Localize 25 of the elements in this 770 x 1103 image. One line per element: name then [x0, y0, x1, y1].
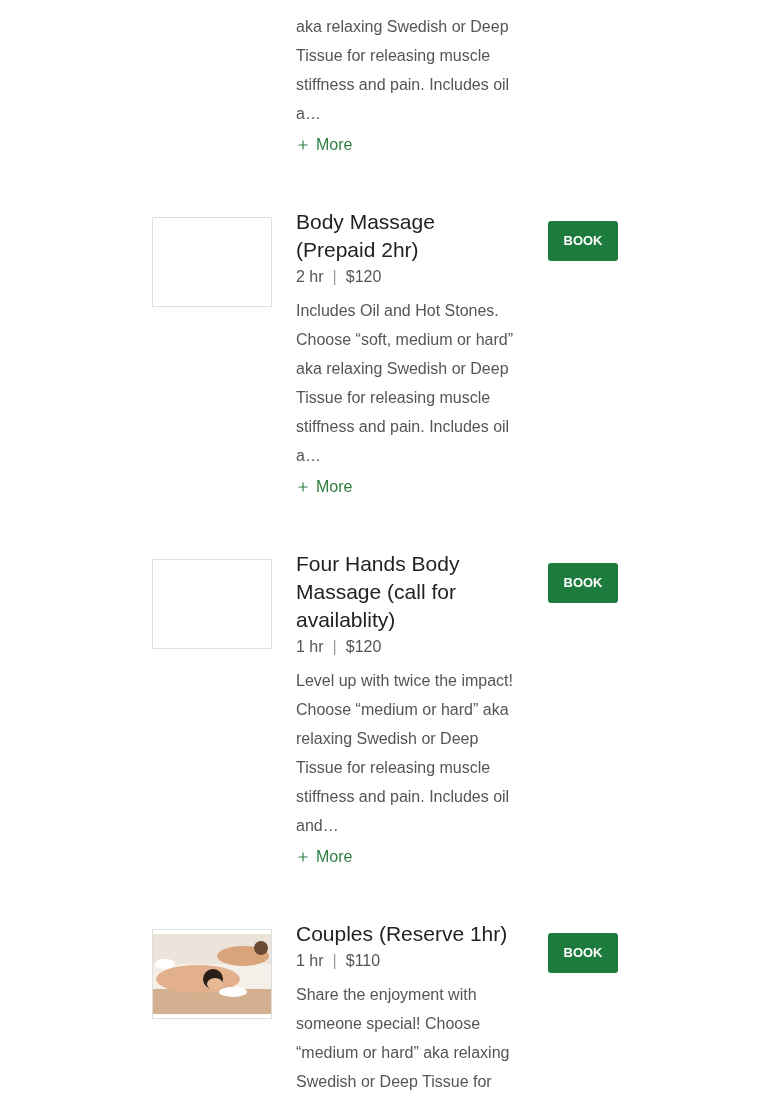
service-description: Level up with twice the impact! Choose “medium or hard” aka relaxing Swedish or Deep Tissue for releasing muscle stiffness and pain. Includes oil and…	[296, 671, 514, 836]
service-title: Couples (Reserve 1hr)	[296, 921, 509, 947]
service-description: Includes Oil and Hot Stones. Choose “soft, medium or hard” aka relaxing Swedish or Deep Tissue for releasing muscle stiffness and pain. Includes oil a…	[296, 301, 514, 466]
service-description: Share the enjoyment with someone special! Choose “medium or hard” aka relaxing Swedish or Deep Tissue for	[296, 985, 511, 1092]
book-button[interactable]: BOOK	[548, 221, 618, 261]
service-description: aka relaxing Swedish or Deep Tissue for releasing muscle stiffness and pain. Includes oil a…	[296, 17, 511, 124]
more-link[interactable]: More	[296, 134, 353, 156]
duration: 2 hr	[296, 267, 324, 287]
separator: |	[332, 267, 337, 287]
separator: |	[332, 637, 337, 657]
more-link[interactable]: More	[296, 846, 353, 868]
book-button[interactable]: BOOK	[548, 563, 618, 603]
duration: 1 hr	[296, 637, 324, 657]
more-link[interactable]: More	[296, 476, 353, 498]
price: $110	[345, 951, 381, 971]
plus-icon	[296, 850, 310, 864]
service-title: Body Massage (Prepaid 2hr)	[296, 209, 436, 263]
book-button[interactable]: BOOK	[548, 933, 618, 973]
plus-icon	[296, 480, 310, 494]
price: $120	[345, 637, 382, 657]
duration: 1 hr	[296, 951, 324, 971]
price: $120	[345, 267, 382, 287]
separator: |	[332, 951, 337, 971]
service-title: Four Hands Body Massage (call for availablity)	[296, 551, 461, 633]
plus-icon	[296, 138, 310, 152]
